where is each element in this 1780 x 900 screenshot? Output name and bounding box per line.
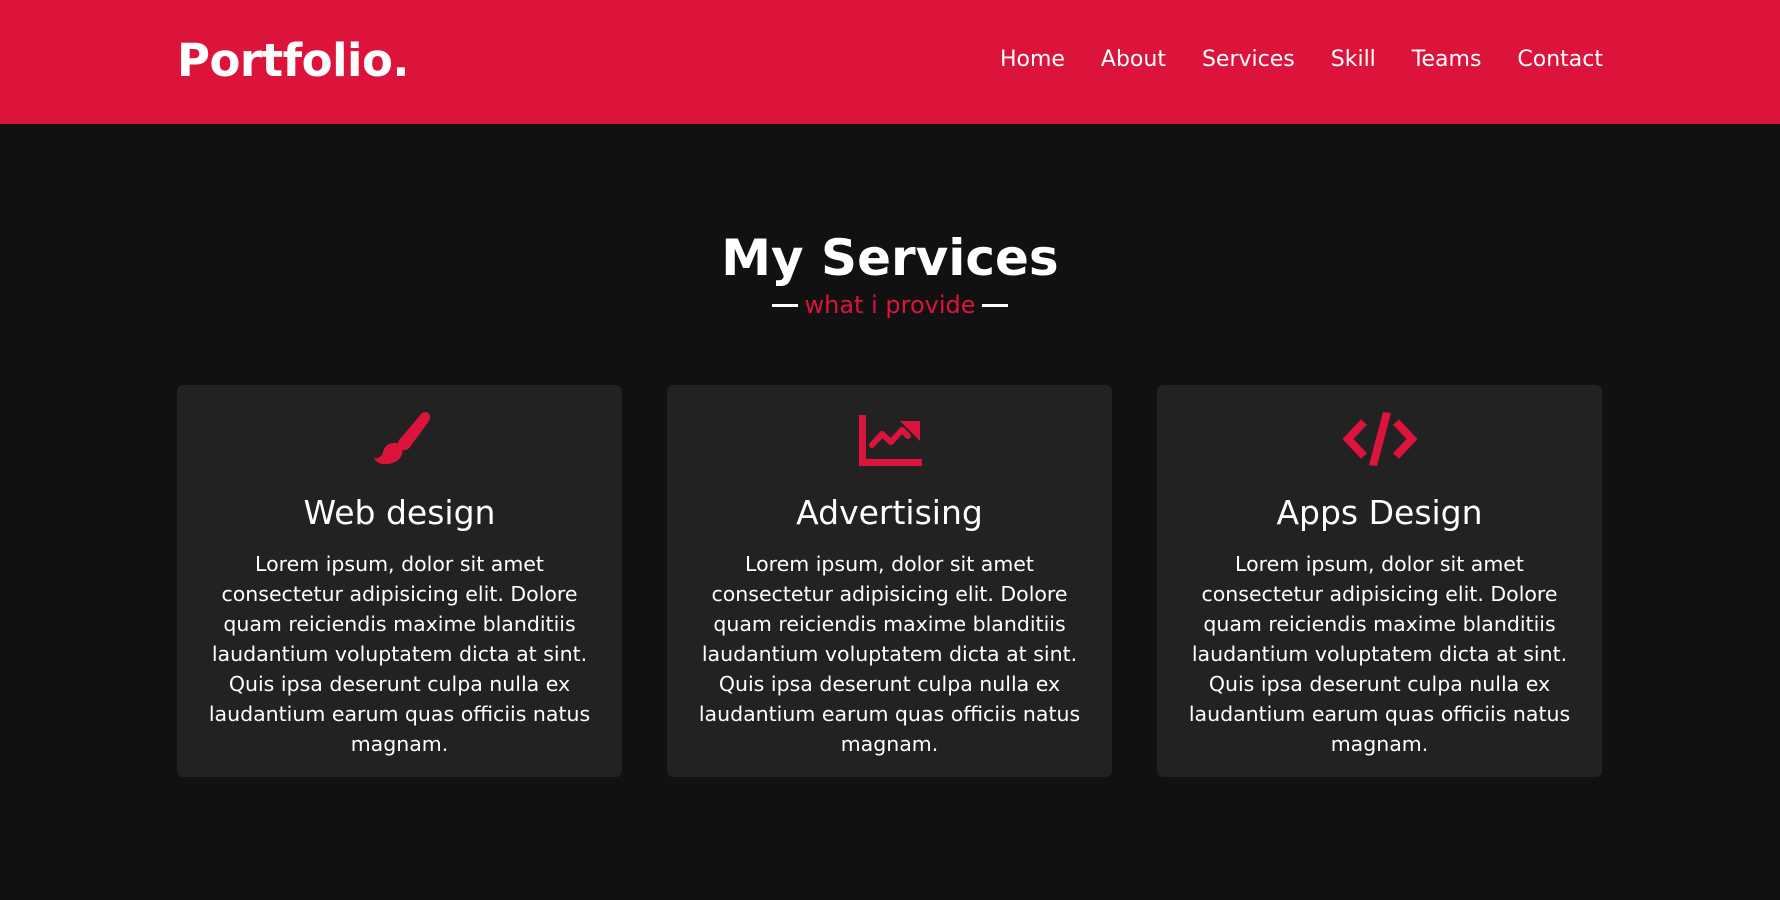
navbar: Portfolio. Home About Services Skill Tea… xyxy=(0,0,1780,124)
card-title: Advertising xyxy=(796,493,983,532)
subtitle-dash-left xyxy=(772,303,799,307)
section-title: My Services xyxy=(721,229,1059,287)
service-card-apps-design: Apps Design Lorem ipsum, dolor sit amet … xyxy=(1157,385,1602,777)
card-title: Web design xyxy=(303,493,496,532)
nav-link-contact[interactable]: Contact xyxy=(1517,46,1603,74)
subtitle-dash-right xyxy=(981,303,1008,307)
paint-brush-icon xyxy=(373,412,430,465)
service-card-web-design: Web design Lorem ipsum, dolor sit amet c… xyxy=(177,385,622,777)
service-cards: Web design Lorem ipsum, dolor sit amet c… xyxy=(177,385,1603,777)
nav-link-services[interactable]: Services xyxy=(1202,46,1295,74)
nav-menu: Home About Services Skill Teams Contact xyxy=(1000,46,1603,74)
code-icon xyxy=(1342,412,1417,466)
card-text: Lorem ipsum, dolor sit amet consectetur … xyxy=(208,552,591,756)
section-subtitle: what i provide xyxy=(0,290,1780,320)
chart-line-icon xyxy=(858,415,922,466)
nav-link-home[interactable]: Home xyxy=(1000,46,1065,74)
nav-link-teams[interactable]: Teams xyxy=(1412,46,1482,74)
card-text: Lorem ipsum, dolor sit amet consectetur … xyxy=(1188,552,1571,756)
service-card-advertising: Advertising Lorem ipsum, dolor sit amet … xyxy=(667,385,1112,777)
nav-link-about[interactable]: About xyxy=(1101,46,1166,74)
subtitle-text: what i provide xyxy=(804,291,976,319)
card-title: Apps Design xyxy=(1276,493,1483,532)
nav-link-skill[interactable]: Skill xyxy=(1331,46,1376,74)
site-logo[interactable]: Portfolio. xyxy=(177,34,409,88)
card-text: Lorem ipsum, dolor sit amet consectetur … xyxy=(698,552,1081,756)
